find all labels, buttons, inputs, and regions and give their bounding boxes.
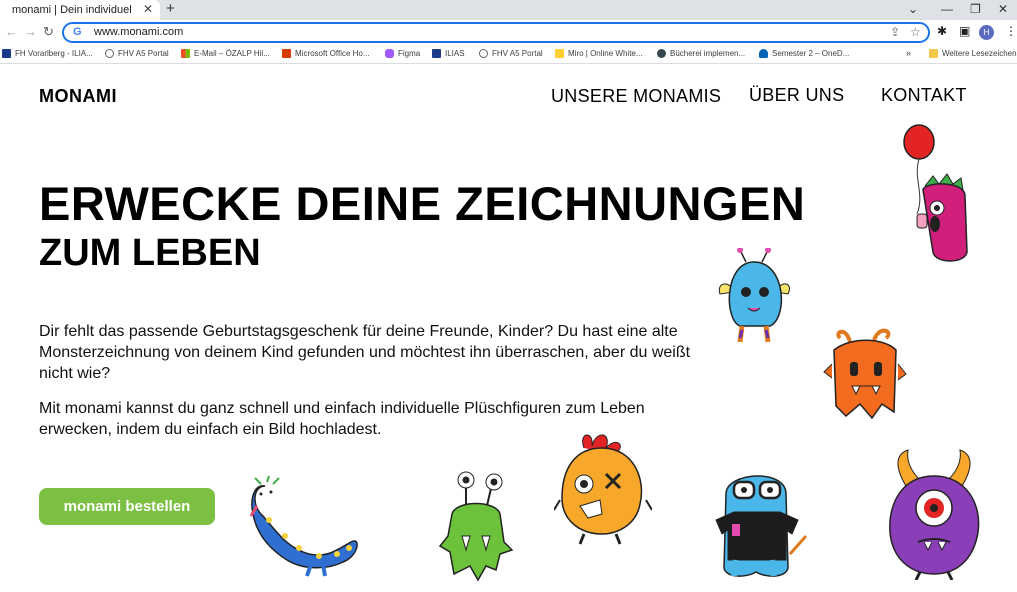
close-window-icon[interactable]: ✕ (998, 2, 1008, 16)
bookmark-star-icon[interactable]: ☆ (910, 25, 921, 39)
globe-icon (479, 49, 488, 58)
hero-headline: ERWECKE DEINE ZEICHNUNGEN (39, 177, 806, 230)
orange-chick-monster-illustration (554, 434, 652, 545)
share-icon[interactable]: ⇪ (890, 25, 900, 39)
bookmark-item[interactable]: Bücherei implemen... (657, 49, 745, 58)
hero-paragraph-1: Dir fehlt das passende Geburtstagsgesche… (39, 323, 691, 382)
orange-monster-illustration (823, 328, 907, 420)
order-button[interactable]: monami bestellen (39, 488, 215, 525)
more-bookmarks-icon[interactable]: » (906, 48, 911, 58)
tab-title: monami | Dein individuel (12, 4, 132, 16)
forward-icon[interactable]: → (24, 24, 37, 39)
bookmark-item[interactable]: Figma (385, 49, 420, 58)
bookmark-label: FHV A5 Portal (118, 49, 169, 58)
hero-subheadline: ZUM LEBEN (39, 232, 261, 274)
bookmark-label: ILIAS (445, 49, 465, 58)
minimize-icon[interactable]: — (941, 2, 953, 16)
fhv-icon (2, 49, 11, 58)
bookmark-label: Microsoft Office Ho... (295, 49, 370, 58)
nav-unsere-monamis[interactable]: UNSERE MONAMIS (551, 86, 721, 107)
nav-ueber-uns[interactable]: ÜBER UNS (749, 85, 844, 106)
restore-icon[interactable]: ❐ (970, 2, 981, 16)
bookmark-item[interactable]: Miro | Online White... (555, 49, 643, 58)
folder-icon (929, 49, 938, 58)
url-text[interactable]: www.monami.com (94, 26, 183, 38)
bookmark-item[interactable]: ILIAS (432, 49, 465, 58)
extensions-icon[interactable]: ✱ (937, 24, 947, 38)
new-tab-button[interactable]: + (166, 0, 175, 17)
purple-cyclops-monster-illustration (889, 449, 980, 580)
google-icon: G (73, 26, 82, 38)
browser-tab[interactable]: monami | Dein individuel ✕ (0, 0, 160, 20)
side-panel-icon[interactable]: ▣ (959, 24, 970, 38)
profile-avatar[interactable]: H (979, 25, 994, 40)
bookmark-icon (657, 49, 666, 58)
bookmark-label: Figma (398, 49, 421, 58)
bookmark-label: Miro | Online White... (568, 49, 643, 58)
office-icon (282, 49, 291, 58)
bookmark-label: FH Vorarlberg - ILIA... (15, 49, 93, 58)
address-bar[interactable]: G www.monami.com ⇪ ☆ (62, 22, 930, 43)
bookmark-item[interactable]: Microsoft Office Ho... (282, 49, 370, 58)
bookmarks-bar: FH Vorarlberg - ILIA... FHV A5 Portal E-… (0, 46, 1017, 64)
tab-search-icon[interactable]: ⌄ (908, 2, 918, 16)
site-logo[interactable]: MONAMI (39, 86, 117, 107)
bookmark-label: Semester 2 – OneD... (772, 49, 850, 58)
blue-winged-monster-illustration (718, 248, 790, 343)
bookmark-label: FHV A5 Portal (492, 49, 543, 58)
blue-glasses-monster-illustration (715, 475, 808, 577)
miro-icon (555, 49, 564, 58)
bookmark-item[interactable]: FHV A5 Portal (105, 49, 169, 58)
green-monster-illustration (438, 471, 514, 582)
close-tab-icon[interactable]: ✕ (143, 2, 153, 16)
onedrive-icon (759, 49, 768, 58)
nav-kontakt[interactable]: KONTAKT (881, 85, 967, 106)
ilias-icon (432, 49, 441, 58)
bookmark-item[interactable]: Semester 2 – OneD... (759, 49, 849, 58)
bookmark-label: E-Mail – ÖZALP Hil... (194, 49, 270, 58)
blue-snake-illustration (249, 476, 358, 577)
microsoft-icon (181, 49, 190, 58)
globe-icon (105, 49, 114, 58)
bookmark-item[interactable]: FHV A5 Portal (479, 49, 543, 58)
bookmark-label: Bücherei implemen... (670, 49, 746, 58)
pink-monster-balloon-illustration (903, 124, 968, 262)
reload-icon[interactable]: ↻ (43, 24, 54, 40)
other-bookmarks[interactable]: Weitere Lesezeichen (929, 49, 1017, 58)
tab-strip: monami | Dein individuel ✕ + ⌄ — ❐ ✕ (0, 0, 1017, 20)
other-bookmarks-label: Weitere Lesezeichen (942, 49, 1017, 58)
bookmark-item[interactable]: E-Mail – ÖZALP Hil... (181, 49, 270, 58)
browser-toolbar: ← → ↻ G www.monami.com ⇪ ☆ ✱ ▣ H ⋮ (0, 20, 1017, 46)
bookmark-item[interactable]: FH Vorarlberg - ILIA... (2, 49, 93, 58)
back-icon[interactable]: ← (5, 24, 18, 39)
menu-icon[interactable]: ⋮ (1005, 24, 1017, 38)
figma-icon (385, 49, 394, 58)
